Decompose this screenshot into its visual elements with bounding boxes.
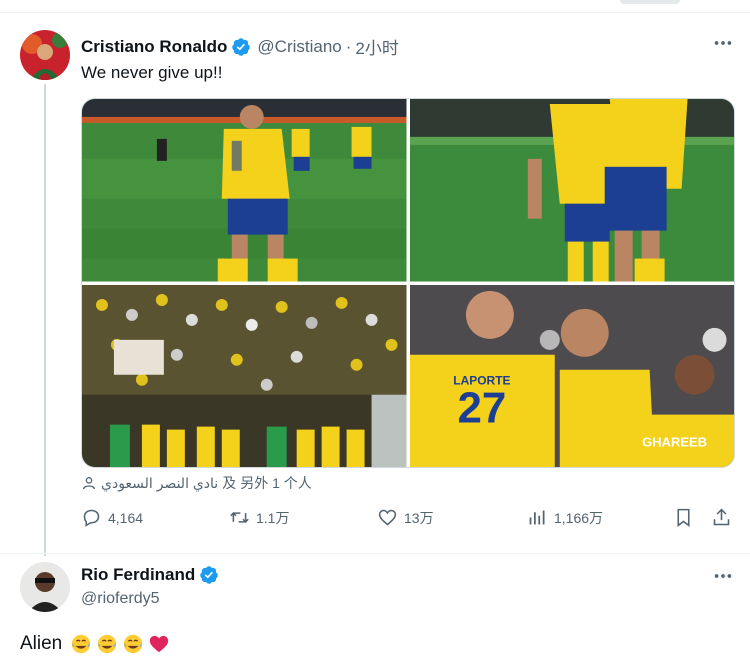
tweet-text: We never give up!! [81,63,223,82]
top-divider [0,12,750,13]
face-with-tears-of-joy-icon [96,633,118,655]
bookmark-button[interactable] [673,507,694,533]
verified-badge-icon [231,37,251,57]
reply-author-avatar[interactable] [20,562,70,612]
heart-icon [378,509,397,526]
media-photo-4[interactable]: 27 LAPORTE GHAREEB [409,284,734,467]
more-horizontal-icon[interactable] [712,32,734,60]
tweet-timestamp[interactable]: 2小时 [355,34,398,59]
tagged-account: نادي النصر السعودي [101,474,219,491]
reply-button[interactable]: 4,164 [81,507,143,528]
author-handle[interactable]: @Cristiano [257,37,341,57]
views-chart-icon [529,510,545,525]
share-button[interactable] [711,507,732,533]
share-icon [713,508,730,526]
author-avatar[interactable] [20,30,70,80]
tweet-media-grid: 27 LAPORTE GHAREEB [81,98,735,468]
views-count: 1,166万 [554,509,604,526]
jersey-name-gareeb: GHAREEB [642,434,707,449]
tweet-action-bar: 4,164 1.1万 13万 1,166万 [81,507,733,533]
tagged-people[interactable]: نادي النصر السعودي 及 另外 1 个人 [81,473,312,493]
reply-header: Rio Ferdinand [81,565,219,585]
reply-icon [83,509,100,527]
person-icon [81,475,97,491]
reply-text: Alien [20,633,170,655]
reply-text-content: Alien [20,633,63,654]
bookmark-icon [677,508,690,527]
reply-author-handle[interactable]: @rioferdy5 [81,590,160,608]
media-photo-3[interactable] [82,284,407,467]
like-button[interactable]: 13万 [377,507,434,528]
reply-more-horizontal-icon[interactable] [712,565,734,593]
retweet-button[interactable]: 1.1万 [229,507,289,528]
reply-divider [0,553,750,554]
face-with-tears-of-joy-icon [122,633,144,655]
tweet-header: Cristiano Ronaldo @Cristiano · 2小时 [81,34,399,59]
reply-author-name[interactable]: Rio Ferdinand [81,565,195,585]
reply-count: 4,164 [108,509,144,526]
views-button[interactable]: 1,166万 [527,507,603,528]
top-scroll-indicator [620,0,680,4]
thread-connector-line [44,84,46,556]
like-count: 13万 [404,509,434,526]
retweet-count: 1.1万 [256,509,290,526]
tagged-others: 另外 1 个人 [240,475,312,491]
header-separator: · [345,36,352,56]
media-photo-1[interactable] [82,99,407,282]
red-heart-icon [148,633,170,655]
jersey-name-laporte: LAPORTE [453,373,510,387]
media-photo-2[interactable] [409,99,734,282]
tagged-joiner: 及 [222,475,237,491]
author-name[interactable]: Cristiano Ronaldo [81,37,227,57]
reply-verified-badge-icon [199,565,219,585]
retweet-icon [230,512,249,523]
face-with-tears-of-joy-icon [70,633,92,655]
jersey-number-27: 27 [457,383,506,432]
